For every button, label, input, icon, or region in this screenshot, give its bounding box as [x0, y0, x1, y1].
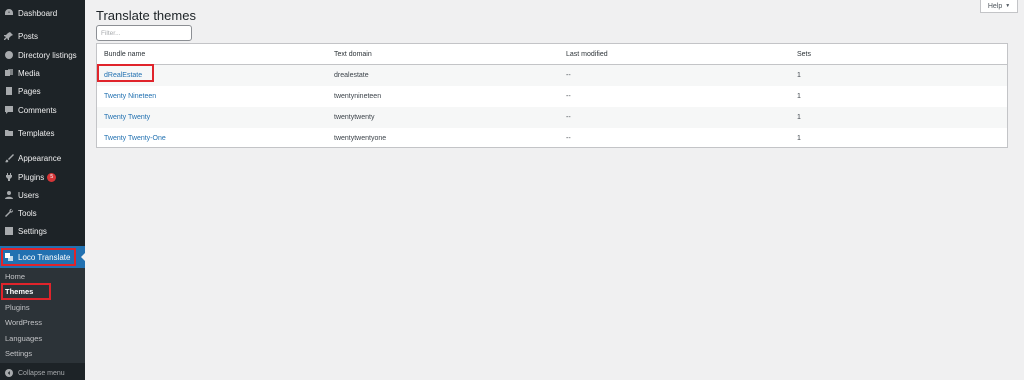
annotation-highlight-box [1, 283, 51, 300]
page-title: Translate themes [96, 8, 196, 23]
menu-label: Posts [18, 31, 39, 41]
annotation-highlight-box [97, 64, 154, 82]
update-count-badge: 5 [47, 172, 57, 182]
menu-label: Templates [18, 128, 55, 138]
media-icon [4, 68, 14, 78]
table-row: Twenty Twenty twentytwenty -- 1 [97, 107, 1007, 128]
bundle-link[interactable]: Twenty Twenty-One [104, 128, 166, 149]
menu-label: Appearance [18, 153, 62, 163]
menu-users[interactable]: Users [0, 185, 85, 205]
menu-label: Directory listings [18, 50, 77, 60]
submenu-languages[interactable]: Languages [5, 334, 42, 343]
bundle-link[interactable]: Twenty Twenty [104, 107, 150, 128]
menu-dashboard[interactable]: Dashboard [0, 3, 85, 23]
comment-icon [4, 105, 14, 115]
pin-icon [4, 31, 14, 41]
filter-input[interactable] [96, 25, 192, 41]
menu-plugins[interactable]: Plugins 5 [0, 167, 85, 187]
current-menu-arrow [81, 252, 86, 262]
bundle-link[interactable]: Twenty Nineteen [104, 86, 156, 107]
menu-media[interactable]: Media [0, 63, 85, 83]
menu-directory-listings[interactable]: Directory listings [0, 45, 85, 65]
menu-label: Settings [18, 226, 47, 236]
wrench-icon [4, 208, 14, 218]
last-modified-cell: -- [566, 135, 571, 142]
help-button[interactable]: Help ▼ [980, 0, 1018, 13]
collapse-label: Collapse menu [18, 369, 65, 377]
annotation-highlight-box [1, 248, 76, 266]
last-modified-cell: -- [566, 93, 571, 100]
collapse-menu-button[interactable]: Collapse menu [0, 366, 85, 380]
themes-table: Bundle name Text domain Last modified Se… [96, 43, 1008, 148]
submenu-home[interactable]: Home [5, 272, 25, 281]
folder-icon [4, 128, 14, 138]
text-domain-cell: drealestate [334, 72, 369, 79]
menu-appearance[interactable]: Appearance [0, 148, 85, 168]
menu-label: Users [18, 190, 39, 200]
sets-cell: 1 [797, 135, 801, 142]
table-row: Twenty Nineteen twentynineteen -- 1 [97, 86, 1007, 107]
last-modified-cell: -- [566, 114, 571, 121]
menu-label: Plugins [18, 172, 45, 182]
text-domain-cell: twentynineteen [334, 93, 382, 100]
menu-label: Pages [18, 86, 41, 96]
collapse-arrow-icon [5, 369, 13, 377]
admin-sidebar: Dashboard Posts Directory listings Media… [0, 0, 86, 380]
plugin-icon [4, 172, 14, 182]
column-header-sets[interactable]: Sets [797, 44, 811, 64]
menu-label: Comments [18, 105, 57, 115]
brush-icon [4, 153, 14, 163]
table-row: Twenty Twenty-One twentytwentyone -- 1 [97, 128, 1007, 149]
column-header-last-modified[interactable]: Last modified [566, 44, 608, 64]
menu-tools[interactable]: Tools [0, 203, 85, 223]
last-modified-cell: -- [566, 72, 571, 79]
menu-label: Media [18, 68, 40, 78]
settings-icon [4, 226, 14, 236]
sets-cell: 1 [797, 93, 801, 100]
caret-down-icon: ▼ [1005, 3, 1011, 9]
menu-pages[interactable]: Pages [0, 81, 85, 101]
submenu-wordpress[interactable]: WordPress [5, 318, 42, 327]
menu-templates[interactable]: Templates [0, 123, 85, 143]
menu-label: Tools [18, 208, 37, 218]
menu-posts[interactable]: Posts [0, 26, 85, 46]
menu-settings[interactable]: Settings [0, 221, 85, 241]
dashboard-icon [4, 8, 14, 18]
menu-label: Dashboard [18, 8, 58, 18]
pages-icon [4, 86, 14, 96]
submenu-plugins[interactable]: Plugins [5, 303, 30, 312]
text-domain-cell: twentytwentyone [334, 135, 387, 142]
globe-icon [4, 50, 14, 60]
sets-cell: 1 [797, 114, 801, 121]
help-label: Help [987, 2, 1003, 10]
column-header-text-domain[interactable]: Text domain [334, 44, 372, 64]
column-header-bundle[interactable]: Bundle name [104, 44, 145, 64]
user-icon [4, 190, 14, 200]
submenu-settings[interactable]: Settings [5, 349, 32, 358]
text-domain-cell: twentytwenty [334, 114, 375, 121]
table-row: dRealEstate drealestate -- 1 [97, 65, 1007, 86]
menu-comments[interactable]: Comments [0, 100, 85, 120]
sets-cell: 1 [797, 72, 801, 79]
